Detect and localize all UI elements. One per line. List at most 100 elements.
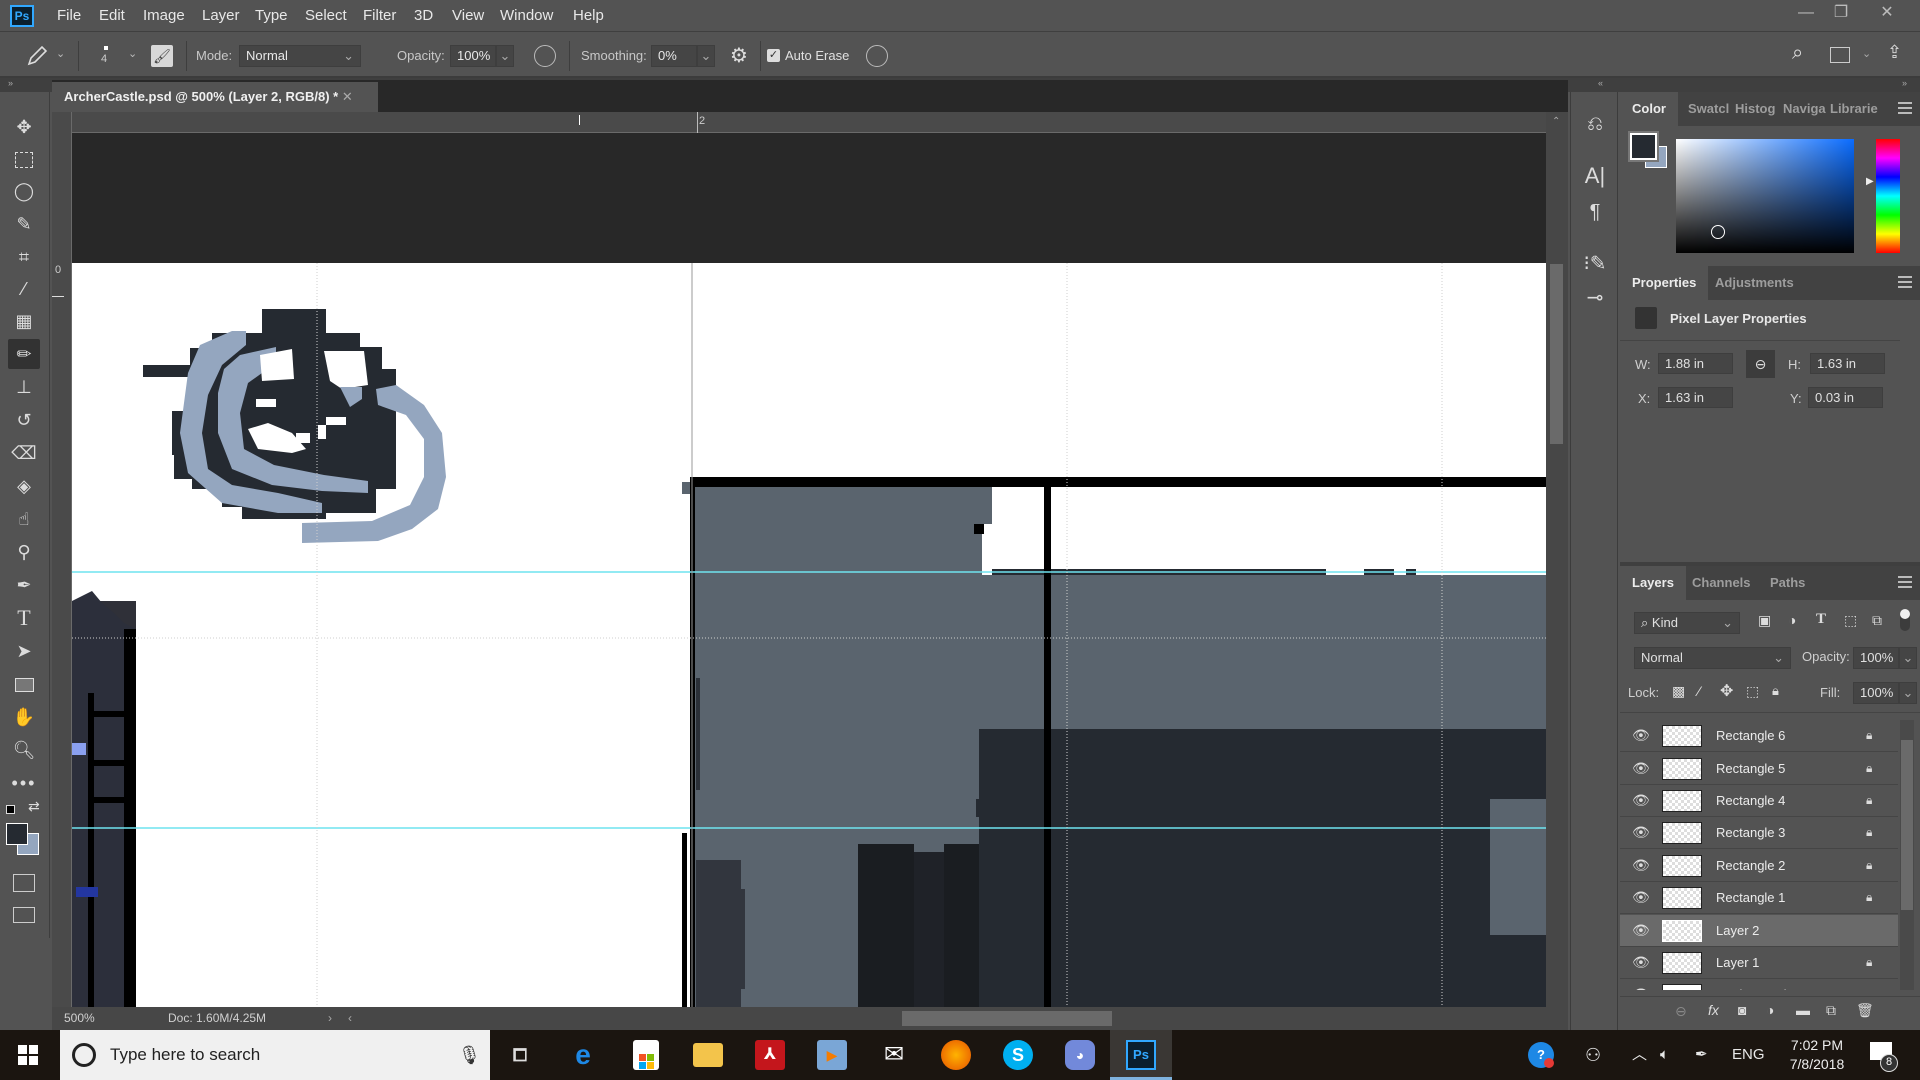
lock-position-icon[interactable]: ✥ [1720,681,1733,701]
healing-brush-tool-icon[interactable]: ▦ [8,306,40,336]
visibility-eye-icon[interactable]: 👁︎ [1632,890,1650,904]
y-input[interactable]: 0.03 in [1808,387,1883,408]
add-mask-icon[interactable]: ◙ [1738,1002,1746,1018]
menu-select[interactable]: Select [305,0,347,32]
filter-shape-icon[interactable]: ⬚ [1844,612,1857,629]
layer-opacity-dropdown[interactable]: ⌄ [1899,647,1917,669]
menu-3d[interactable]: 3D [414,0,433,32]
tab-libraries[interactable]: Librarie [1830,92,1878,126]
tab-navigator[interactable]: Naviga [1783,92,1826,126]
close-window-button[interactable]: ✕ [1866,0,1908,28]
height-input[interactable]: 1.63 in [1810,353,1885,374]
lock-transparent-icon[interactable]: ▩ [1672,683,1685,700]
chevron-down-icon[interactable]: ⌄ [1862,47,1871,60]
fill-dropdown[interactable]: ⌄ [1899,682,1917,704]
taskbar-search[interactable]: Type here to search 🎙︎ [60,1030,490,1080]
filter-pixel-icon[interactable]: ▣ [1758,612,1771,629]
quick-selection-tool-icon[interactable]: ✎ [8,209,40,239]
blend-mode-select[interactable]: Normal ⌄ [1634,647,1791,669]
people-icon[interactable]: ⚇ [1585,1030,1601,1080]
new-group-icon[interactable]: ▬ [1796,1002,1810,1018]
layer-row[interactable]: 👁︎ Rectangle 1 🔒︎ [1620,882,1898,914]
brush-panel-toggle-icon[interactable]: 🖌 [151,45,173,67]
link-icon[interactable]: ⊖ [1746,350,1775,378]
color-picker-cursor[interactable] [1711,225,1725,239]
status-menu-arrow[interactable]: › [328,1007,332,1030]
volume-icon[interactable]: 🔈︎ [1660,1030,1669,1080]
lock-all-icon[interactable]: 🔒︎ [1772,683,1779,699]
auto-erase-checkbox[interactable]: ✓ [767,49,780,62]
filter-adjustment-icon[interactable]: ◑ [1788,612,1796,628]
x-input[interactable]: 1.63 in [1658,387,1733,408]
type-tool-icon[interactable]: T [8,603,40,633]
chevron-up-icon[interactable]: ︿ [1632,1030,1647,1080]
smoothing-input[interactable]: 0% [651,45,697,67]
default-colors-icon[interactable] [6,805,15,814]
mail-icon[interactable]: ✉ [879,1040,909,1070]
canvas[interactable] [72,133,1546,1007]
lock-pixels-icon[interactable]: ⁄ [1698,683,1700,699]
chevron-down-icon[interactable]: ⌄ [128,47,137,60]
horizontal-scrollbar-thumb[interactable] [902,1011,1112,1026]
visibility-eye-icon[interactable]: 👁︎ [1632,955,1650,969]
skype-icon[interactable]: S [1003,1040,1033,1070]
filter-type-icon[interactable]: T [1816,611,1826,628]
opacity-dropdown[interactable]: ⌄ [496,45,514,67]
visibility-eye-icon[interactable]: 👁︎ [1632,825,1650,839]
menu-help[interactable]: Help [573,0,604,32]
marquee-tool-icon[interactable] [8,144,40,174]
filter-smart-object-icon[interactable]: ⧉ [1872,612,1882,629]
layer-row[interactable]: 👁︎ Background 🔒︎ [1620,979,1898,990]
tab-layers[interactable]: Layers [1620,566,1686,600]
tab-channels[interactable]: Channels [1692,566,1751,600]
brush-size-value[interactable]: 4 [101,53,107,65]
edge-icon[interactable]: e [568,1040,598,1070]
paint-bucket-tool-icon[interactable]: ◈ [8,471,40,501]
menu-layer[interactable]: Layer [202,0,240,32]
brush-settings-panel-icon[interactable]: ⁝✎ [1581,250,1609,278]
menu-window[interactable]: Window [500,0,553,32]
visibility-eye-icon[interactable]: 👁︎ [1632,858,1650,872]
hue-slider-handle[interactable]: ▶ [1866,176,1874,187]
dodge-tool-icon[interactable]: ⚲ [8,537,40,567]
menu-filter[interactable]: Filter [363,0,396,32]
language-indicator[interactable]: ENG [1732,1030,1765,1080]
layer-row[interactable]: 👁︎ Rectangle 2 🔒︎ [1620,850,1898,882]
layer-row[interactable]: 👁︎ Rectangle 5 🔒︎ [1620,753,1898,785]
link-layers-icon[interactable]: ⊖ [1675,1003,1687,1020]
visibility-eye-icon[interactable]: 👁︎ [1632,923,1650,937]
filter-toggle[interactable] [1900,609,1910,631]
panel-menu-icon[interactable] [1898,576,1912,588]
layer-row[interactable]: 👁︎ Layer 1 🔒︎ [1620,947,1898,979]
character-panel-icon[interactable]: A| [1581,162,1609,190]
rectangle-tool-icon[interactable] [8,669,40,699]
history-panel-icon[interactable]: ⎌ [1581,110,1609,138]
clock[interactable]: 7:02 PM 7/8/2018 [1782,1036,1852,1074]
width-input[interactable]: 1.88 in [1658,353,1733,374]
visibility-eye-icon[interactable]: 👁︎ [1632,761,1650,775]
close-tab-icon[interactable]: ✕ [342,89,353,104]
expand-icon[interactable]: » [8,78,13,88]
smoothing-dropdown[interactable]: ⌄ [697,45,715,67]
foreground-color-swatch[interactable] [6,823,28,845]
brush-presets-panel-icon[interactable]: ⊸ [1581,284,1609,312]
discord-icon[interactable]: ◕ [1065,1040,1095,1070]
tab-paths[interactable]: Paths [1770,566,1805,600]
lock-artboard-icon[interactable]: ⬚ [1746,683,1759,700]
expand-icon[interactable]: » [1902,78,1907,88]
menu-file[interactable]: File [57,0,81,32]
restore-button[interactable]: ❐ [1820,0,1862,28]
menu-image[interactable]: Image [143,0,185,32]
task-view-icon[interactable]: ⧠ [505,1040,535,1070]
opacity-input[interactable]: 100% [450,45,496,67]
file-explorer-icon[interactable] [693,1043,723,1067]
visibility-eye-icon[interactable]: 👁︎ [1632,728,1650,742]
scroll-left-icon[interactable]: ‹ [348,1007,352,1030]
swap-colors-icon[interactable]: ⇄ [28,798,40,815]
new-layer-icon[interactable]: ⧉ [1826,1002,1836,1019]
tab-color[interactable]: Color [1620,92,1678,126]
microphone-icon[interactable]: 🎙︎ [458,1030,481,1080]
pressure-size-icon[interactable] [866,45,888,67]
scrollbar-thumb[interactable] [1550,264,1563,444]
menu-type[interactable]: Type [255,0,288,32]
